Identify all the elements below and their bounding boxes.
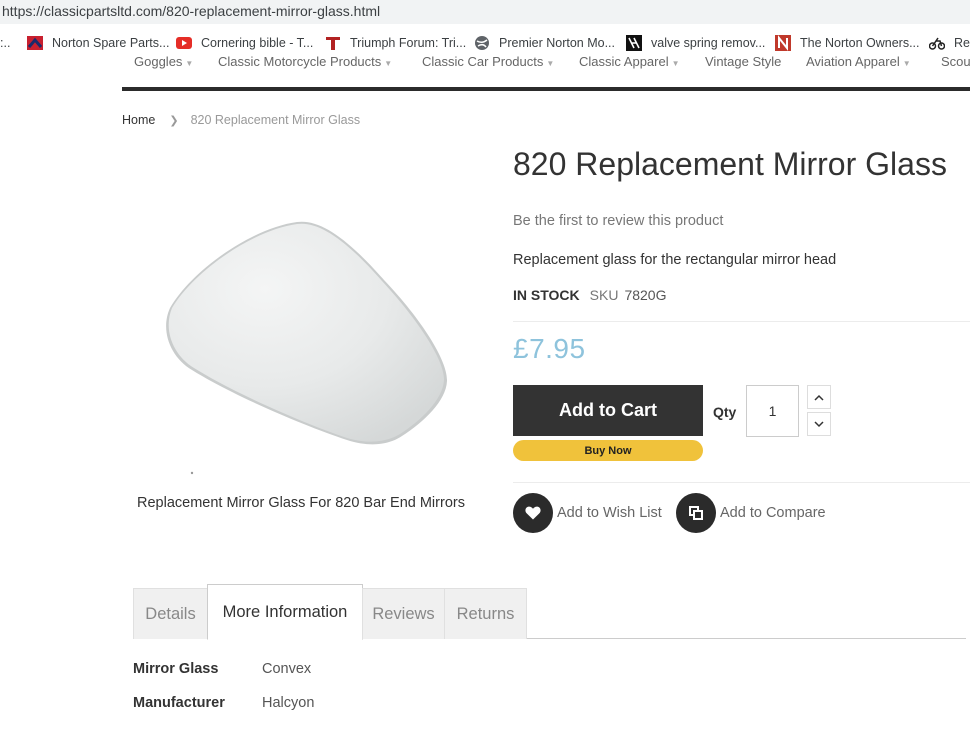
- info-value: Convex: [262, 661, 312, 677]
- bookmark-triumph-forum[interactable]: Triumph Forum: Tri...: [325, 32, 466, 54]
- sku-label: SKU: [589, 287, 619, 303]
- globe-icon: [474, 35, 490, 51]
- bookmark-label: The Norton Owners...: [800, 36, 920, 50]
- nav-item-classic-motorcycle[interactable]: Classic Motorcycle Products ▼: [218, 54, 392, 69]
- norton-flag-icon: [27, 35, 43, 51]
- bookmark-norton-spare-parts[interactable]: Norton Spare Parts...: [27, 32, 169, 54]
- bookmark-norton-owners[interactable]: The Norton Owners...: [775, 32, 920, 54]
- tab-details[interactable]: Details: [133, 588, 208, 639]
- product-price: £7.95: [513, 333, 586, 364]
- bookmark-label: Reb: [954, 36, 970, 50]
- chevron-down-icon: ▼: [902, 59, 911, 68]
- product-title: 820 Replacement Mirror Glass: [513, 146, 947, 182]
- chevron-down-icon: ▼: [384, 59, 393, 68]
- bookmark-valve-spring[interactable]: valve spring remov...: [626, 32, 765, 54]
- nav-label: Aviation Apparel: [806, 54, 900, 69]
- add-to-compare-link[interactable]: Add to Compare: [676, 493, 826, 533]
- bookmark-label: Cornering bible - T...: [201, 36, 314, 50]
- breadcrumb-home[interactable]: Home: [122, 113, 155, 127]
- youtube-icon: [176, 35, 192, 51]
- tool-icon: [626, 35, 642, 51]
- nav-label: Classic Apparel: [579, 54, 669, 69]
- bookmark-label: Triumph Forum: Tri...: [350, 36, 467, 50]
- chevron-right-icon: ❯: [169, 115, 179, 127]
- nav-item-goggles[interactable]: Goggles ▼: [134, 54, 193, 69]
- heart-icon: [513, 493, 553, 533]
- site-navigation: Goggles ▼ Classic Motorcycle Products ▼ Cl…: [122, 52, 970, 70]
- bookmark-truncated[interactable]: :..: [0, 32, 10, 54]
- bookmark-reb[interactable]: Reb: [928, 32, 970, 54]
- norton-owners-icon: [775, 35, 791, 51]
- tab-returns[interactable]: Returns: [444, 588, 527, 639]
- triumph-t-icon: [325, 35, 341, 51]
- nav-item-classic-apparel[interactable]: Classic Apparel ▼: [579, 54, 680, 69]
- motorcycle-icon: [928, 35, 946, 51]
- review-link[interactable]: Be the first to review this product: [513, 213, 723, 229]
- bookmark-premier-norton[interactable]: Premier Norton Mo...: [474, 32, 615, 54]
- address-bar[interactable]: https://classicpartsltd.com/820-replacem…: [0, 0, 970, 24]
- nav-label: Scou: [941, 54, 970, 69]
- tab-more-information[interactable]: More Information: [207, 584, 363, 640]
- product-image[interactable]: [122, 160, 477, 490]
- bookmark-label: valve spring remov...: [651, 36, 766, 50]
- qty-label: Qty: [713, 404, 737, 420]
- sku-value: 7820G: [624, 287, 667, 303]
- nav-item-scout[interactable]: Scou: [941, 54, 970, 69]
- qty-increase-button[interactable]: [807, 385, 831, 409]
- chevron-down-icon: ▼: [546, 59, 555, 68]
- stock-status: IN STOCK: [513, 287, 580, 303]
- breadcrumb-current: 820 Replacement Mirror Glass: [190, 113, 361, 127]
- bookmark-label: Premier Norton Mo...: [499, 36, 616, 50]
- info-label: Mirror Glass: [133, 661, 219, 677]
- chevron-down-icon: [814, 420, 824, 427]
- chevron-down-icon: ▼: [671, 59, 680, 68]
- nav-label: Classic Motorcycle Products: [218, 54, 382, 69]
- add-to-wishlist-link[interactable]: Add to Wish List: [513, 493, 662, 533]
- nav-item-classic-car[interactable]: Classic Car Products ▼: [422, 54, 554, 69]
- nav-label: Classic Car Products: [422, 54, 544, 69]
- url-text[interactable]: https://classicpartsltd.com/820-replacem…: [2, 3, 380, 19]
- qty-input[interactable]: [746, 385, 799, 437]
- divider: [513, 321, 970, 322]
- compare-label: Add to Compare: [720, 505, 826, 521]
- stock-sku-row: IN STOCK SKU 7820G: [513, 287, 666, 303]
- divider: [513, 482, 970, 483]
- breadcrumb: Home ❯ 820 Replacement Mirror Glass: [122, 113, 360, 127]
- product-image-caption: Replacement Mirror Glass For 820 Bar End…: [137, 495, 465, 511]
- nav-item-vintage-style[interactable]: Vintage Style: [705, 54, 781, 69]
- wishlist-label: Add to Wish List: [557, 505, 662, 521]
- buy-now-button[interactable]: Buy Now: [513, 440, 703, 461]
- nav-bottom-bar: [122, 87, 970, 91]
- add-to-cart-button[interactable]: Add to Cart: [513, 385, 703, 436]
- chevron-down-icon: ▼: [185, 59, 194, 68]
- bookmark-cornering-bible[interactable]: Cornering bible - T...: [176, 32, 313, 54]
- info-value: Halcyon: [262, 695, 315, 711]
- nav-label: Vintage Style: [705, 54, 782, 69]
- info-label: Manufacturer: [133, 695, 225, 711]
- qty-decrease-button[interactable]: [807, 412, 831, 436]
- nav-label: Goggles: [134, 54, 183, 69]
- bookmark-label: Norton Spare Parts...: [52, 36, 170, 50]
- compare-icon: [676, 493, 716, 533]
- tab-reviews[interactable]: Reviews: [362, 588, 445, 639]
- nav-item-aviation-apparel[interactable]: Aviation Apparel ▼: [806, 54, 911, 69]
- product-description: Replacement glass for the rectangular mi…: [513, 252, 837, 268]
- chevron-up-icon: [814, 394, 824, 401]
